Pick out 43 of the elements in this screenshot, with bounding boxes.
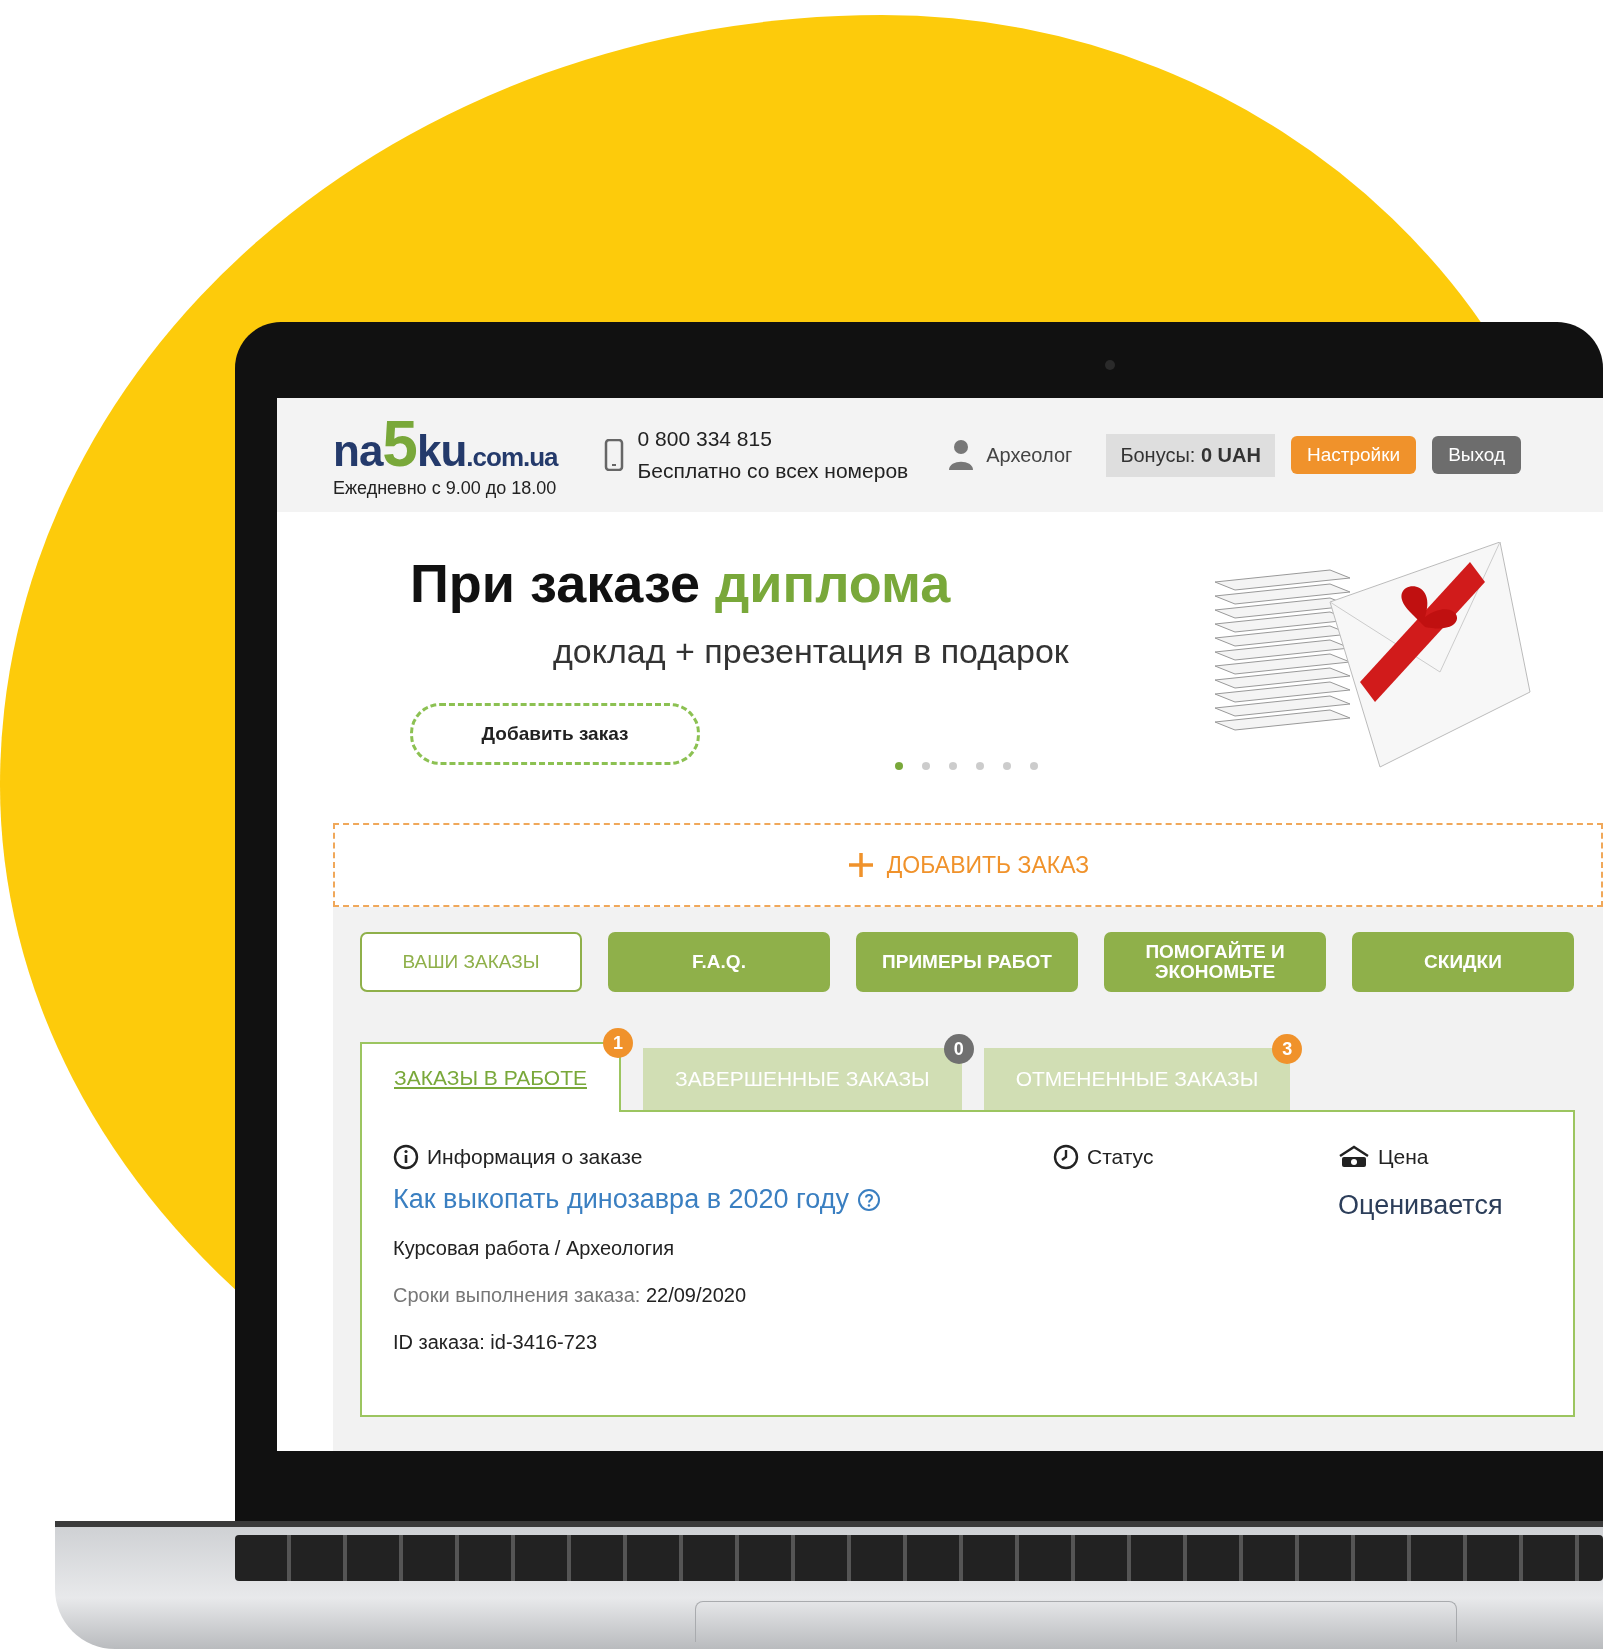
column-heading: Цена [1378,1145,1429,1169]
settings-button[interactable]: Настройки [1290,436,1417,474]
site-logo[interactable]: na5ku.com.ua [333,411,558,476]
phone-icon [603,439,624,471]
order-type: Курсовая работа / Археология [393,1237,676,1260]
nav-button[interactable]: ПОМОГАЙТЕ И ЭКОНОМЬТЕ [1104,932,1326,992]
phone-note: Бесплатно со всех номеров [637,459,909,483]
nav-button[interactable]: ВАШИ ЗАКАЗЫ [360,932,582,992]
count-badge: 0 [943,1034,974,1064]
info-icon [393,1144,419,1170]
slider-dot[interactable] [895,762,903,770]
nav-button[interactable]: СКИДКИ [1352,932,1574,992]
slider-dot[interactable] [1030,762,1038,770]
house-icon [1338,1144,1370,1170]
user-icon [948,439,975,471]
order-title-link[interactable]: Как выкопать динозавра в 2020 году [393,1184,849,1215]
working-hours: Ежедневно с 9.00 до 18.00 [333,477,558,499]
banner-headline: При заказе диплома [410,552,952,614]
count-badge: 3 [1272,1034,1303,1064]
phone-number: 0 800 334 815 [637,427,773,451]
add-order-label: ДОБАВИТЬ ЗАКАЗ [886,851,1090,879]
help-icon [857,1187,881,1212]
nav-button[interactable]: F.A.Q. [608,932,830,992]
clock-icon [1053,1144,1079,1170]
column-heading: Информация о заказе [427,1145,643,1169]
slider-dot[interactable] [949,762,957,770]
order-id: ID заказа: id-3416-723 [393,1331,599,1354]
camera-dot [1105,360,1115,370]
slider-dot[interactable] [1003,762,1011,770]
column-heading: Статус [1087,1145,1154,1169]
order-deadline: Сроки выполнения заказа: 22/09/2020 [393,1284,748,1307]
slider-dot[interactable] [976,762,984,770]
add-order-bar[interactable]: ДОБАВИТЬ ЗАКАЗ [333,823,1603,907]
add-order-button[interactable]: Добавить заказ [410,703,700,765]
slider-dot[interactable] [922,762,930,770]
price-status: Оценивается [1338,1190,1504,1221]
bonus-balance: Бонусы: 0 UAH [1106,433,1275,477]
count-badge: 1 [602,1028,633,1058]
banner-subtitle: доклад + презентация в подарок [553,632,1070,671]
user-name: Археолог [986,443,1073,467]
logout-button[interactable]: Выход [1432,436,1521,474]
nav-button[interactable]: ПРИМЕРЫ РАБОТ [856,932,1078,992]
plus-icon [846,851,875,879]
